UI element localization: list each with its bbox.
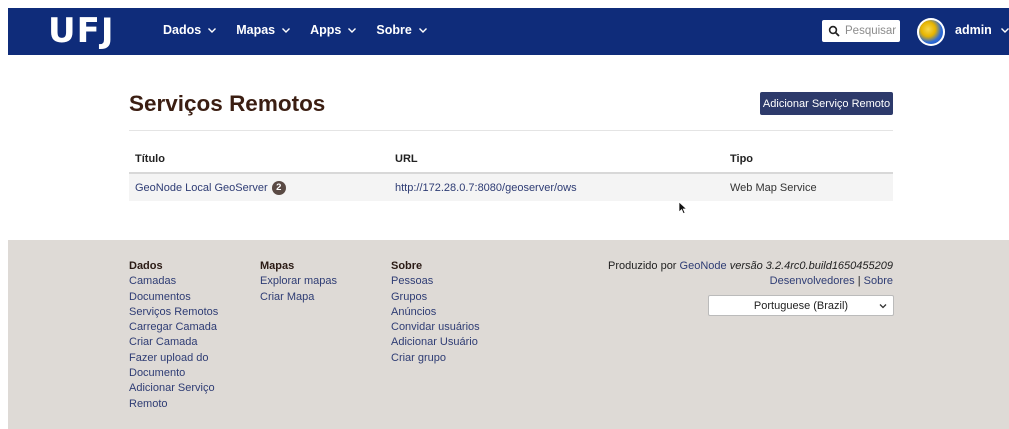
cell-type: Web Map Service (730, 181, 817, 194)
services-table: Título URL Tipo GeoNode Local GeoServer … (129, 145, 893, 201)
footer-link-explorar-mapas[interactable]: Explorar mapas (260, 274, 337, 289)
produced-by-line: Produzido por GeoNode versão 3.2.4rc0.bu… (608, 259, 893, 274)
site-logo[interactable]: UFJ (48, 14, 114, 48)
mouse-cursor-icon (678, 201, 688, 215)
footer-link-carregar-camada[interactable]: Carregar Camada (129, 320, 218, 335)
footer-link-pessoas[interactable]: Pessoas (391, 274, 480, 289)
footer-link-anuncios[interactable]: Anúncios (391, 305, 480, 320)
footer-link-servicos-remotos[interactable]: Serviços Remotos (129, 305, 218, 320)
footer-link-criar-mapa[interactable]: Criar Mapa (260, 290, 337, 305)
footer: Dados Camadas Documentos Serviços Remoto… (8, 240, 1009, 429)
header-title: Título (135, 152, 165, 165)
cell-title: GeoNode Local GeoServer 2 (129, 180, 395, 195)
developers-link[interactable]: Desenvolvedores (770, 275, 855, 287)
footer-link-adicionar-servico-2[interactable]: Remoto (129, 397, 218, 412)
produced-by-label: Produzido por (607, 260, 677, 272)
count-badge: 2 (271, 180, 286, 195)
footer-col-sobre: Sobre Pessoas Grupos Anúncios Convidar u… (391, 259, 480, 366)
page-title: Serviços Remotos (129, 91, 326, 116)
footer-link-grupos[interactable]: Grupos (391, 290, 480, 305)
search-icon[interactable] (828, 25, 840, 37)
header-url: URL (395, 152, 418, 165)
footer-link-convidar-usuarios[interactable]: Convidar usuários (391, 320, 480, 335)
footer-credits: Produzido por GeoNode versão 3.2.4rc0.bu… (608, 259, 893, 290)
chevron-down-icon (348, 28, 357, 33)
footer-link-adicionar-usuario[interactable]: Adicionar Usuário (391, 335, 480, 350)
footer-link-adicionar-servico-1[interactable]: Adicionar Serviço (129, 381, 218, 396)
menu-dados-label: Dados (163, 23, 202, 37)
footer-link-upload-documento-2[interactable]: Documento (129, 366, 218, 381)
about-link[interactable]: Sobre (864, 275, 893, 287)
separator: | (857, 275, 861, 288)
menu-apps-label: Apps (310, 23, 342, 37)
chevron-down-icon (1000, 28, 1009, 33)
avatar[interactable] (917, 18, 945, 46)
footer-link-criar-camada[interactable]: Criar Camada (129, 335, 218, 350)
version-label: versão 3.2.4rc0.build1650455209 (729, 260, 893, 272)
add-remote-service-button[interactable]: Adicionar Serviço Remoto (760, 92, 893, 115)
main-menu: Dados Mapas Apps Sobre (163, 23, 447, 37)
chevron-down-icon (879, 304, 887, 309)
footer-col-mapas: Mapas Explorar mapas Criar Mapa (260, 259, 337, 305)
language-select[interactable]: Portuguese (Brazil) (708, 295, 894, 316)
footer-col-dados: Dados Camadas Documentos Serviços Remoto… (129, 259, 218, 412)
search-box (822, 20, 900, 42)
service-url-link[interactable]: http://172.28.0.7:8080/geoserver/ows (395, 182, 577, 194)
username-label: admin (955, 23, 992, 37)
footer-link-upload-documento-1[interactable]: Fazer upload do (129, 351, 218, 366)
header-type: Tipo (730, 152, 754, 165)
cell-url: http://172.28.0.7:8080/geoserver/ows (395, 182, 730, 194)
table-row: GeoNode Local GeoServer 2 http://172.28.… (129, 174, 893, 201)
service-title-link[interactable]: GeoNode Local GeoServer (135, 181, 268, 193)
menu-sobre-label: Sobre (376, 23, 412, 37)
menu-mapas[interactable]: Mapas (236, 23, 291, 37)
user-menu[interactable]: admin (955, 23, 1009, 37)
footer-link-documentos[interactable]: Documentos (129, 290, 218, 305)
footer-link-criar-grupo[interactable]: Criar grupo (391, 351, 480, 366)
footer-heading-mapas: Mapas (260, 260, 295, 272)
footer-links-line: Desenvolvedores | Sobre (608, 274, 893, 289)
geonode-link[interactable]: GeoNode (680, 260, 727, 272)
top-navbar: UFJ Dados Mapas Apps Sobre admin (8, 8, 1009, 55)
menu-mapas-label: Mapas (236, 23, 276, 37)
footer-heading-sobre: Sobre (391, 260, 423, 272)
chevron-down-icon (208, 28, 217, 33)
chevron-down-icon (418, 28, 427, 33)
language-selected-value: Portuguese (Brazil) (753, 299, 849, 312)
menu-dados[interactable]: Dados (163, 23, 217, 37)
divider (129, 130, 893, 131)
footer-heading-dados: Dados (129, 260, 163, 272)
chevron-down-icon (282, 28, 291, 33)
menu-sobre[interactable]: Sobre (376, 23, 427, 37)
search-input[interactable] (845, 25, 899, 37)
menu-apps[interactable]: Apps (310, 23, 357, 37)
table-header: Título URL Tipo (129, 145, 893, 174)
footer-link-camadas[interactable]: Camadas (129, 274, 218, 289)
